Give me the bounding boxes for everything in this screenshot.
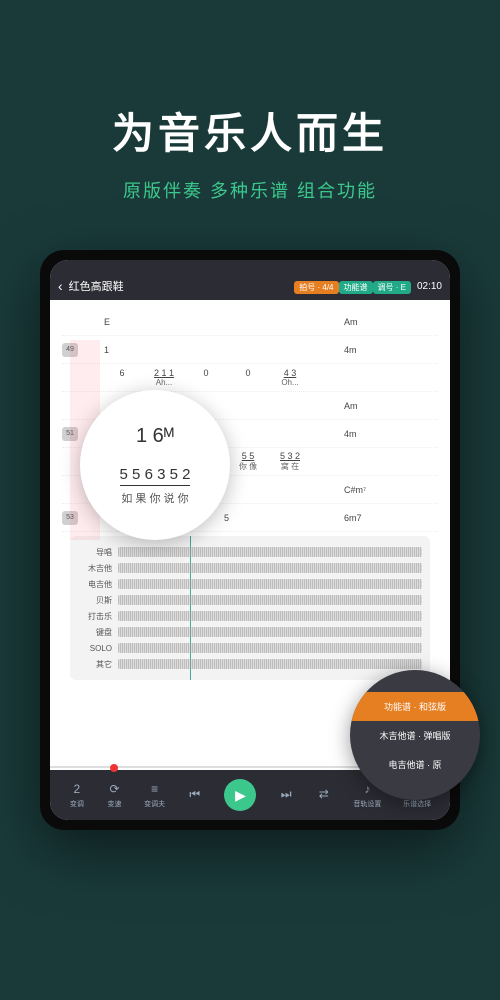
sheet-row: 4914m xyxy=(62,336,438,364)
track-木吉他[interactable]: 木吉他 xyxy=(78,560,422,576)
chip-拍号 · 4/4[interactable]: 拍号 · 4/4 xyxy=(294,281,338,294)
score-option[interactable]: 木吉他谱 · 弹唱版 xyxy=(350,721,480,750)
next-button[interactable]: ⏭ xyxy=(278,786,294,804)
zoom-top: 1 6ᴹ xyxy=(136,425,174,448)
track-导唱[interactable]: 导唱 xyxy=(78,544,422,560)
speed-button[interactable]: ⟳变速 xyxy=(106,781,122,809)
back-icon[interactable]: ‹ xyxy=(58,278,63,294)
sheet-row: EAm xyxy=(62,308,438,336)
prev-button[interactable]: ⏮ xyxy=(187,786,203,804)
score-option[interactable]: 功能谱 · 和弦版 xyxy=(350,692,480,721)
capo-button[interactable]: ≡变调夫 xyxy=(144,781,165,809)
transpose-button[interactable]: 2变调 xyxy=(69,781,85,809)
track-电吉他[interactable]: 电吉他 xyxy=(78,576,422,592)
song-title: 红色高跟鞋 xyxy=(69,278,289,294)
score-type-popup: 功能谱 · 和弦版木吉他谱 · 弹唱版电吉他谱 · 原 xyxy=(350,670,480,800)
hero-title: 为音乐人而生 xyxy=(0,100,500,161)
chip-功能谱[interactable]: 功能谱 xyxy=(339,281,373,294)
status-bar xyxy=(50,260,450,272)
magnifier: 1 6ᴹ 5 5 6 3 5 2 如 果 你 说 你 xyxy=(80,390,230,540)
track-键盘[interactable]: 键盘 xyxy=(78,624,422,640)
track-贝斯[interactable]: 贝斯 xyxy=(78,592,422,608)
tablet-frame: ‹ 红色高跟鞋 拍号 · 4/4功能谱调号 · E 02:10 1 6ᴹ 5 5… xyxy=(40,250,460,830)
track-SOLO[interactable]: SOLO xyxy=(78,640,422,656)
play-button[interactable]: ▶ xyxy=(224,779,256,811)
top-bar: ‹ 红色高跟鞋 拍号 · 4/4功能谱调号 · E 02:10 xyxy=(50,272,450,300)
chip-调号 · E[interactable]: 调号 · E xyxy=(373,281,411,294)
sheet-row: 62 1 1Ah...004 3Oh... xyxy=(62,364,438,392)
track-panel: 导唱木吉他电吉他贝斯打击乐键盘SOLO其它 xyxy=(70,536,430,680)
track-time: 02:10 xyxy=(417,281,442,292)
track-其它[interactable]: 其它 xyxy=(78,656,422,672)
hero-subtitle: 原版伴奏 多种乐谱 组合功能 xyxy=(0,177,500,203)
zoom-notes: 5 5 6 3 5 2 xyxy=(120,466,191,486)
score-option[interactable]: 电吉他谱 · 原 xyxy=(350,750,480,779)
hero: 为音乐人而生 原版伴奏 多种乐谱 组合功能 xyxy=(0,0,500,203)
loop-button[interactable]: ⇄ xyxy=(316,786,332,804)
zoom-lyric: 如 果 你 说 你 xyxy=(121,490,188,506)
track-打击乐[interactable]: 打击乐 xyxy=(78,608,422,624)
